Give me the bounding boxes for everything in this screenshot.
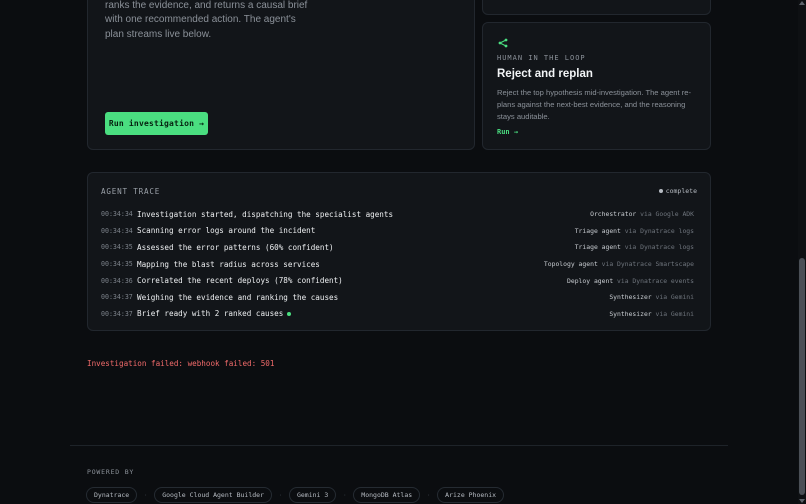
hitl-title: Reject and replan [497,68,593,80]
hitl-description: Reject the top hypothesis mid-investigat… [497,88,692,121]
trace-message: Mapping the blast radius across services [137,260,320,269]
trace-message: Assessed the error patterns (60% confide… [137,243,334,252]
trace-title: AGENT TRACE [101,187,161,196]
trace-message: Correlated the recent deploys (78% confi… [137,276,343,285]
trace-time: 00:34:37 [101,309,133,318]
scroll-up-arrow-icon[interactable] [799,1,805,5]
trace-source: Deploy agent via Dynatrace events [567,277,694,285]
partner-pill[interactable]: Dynatrace [86,487,138,503]
trace-source: Triage agent via Dynatrace logs [575,227,694,235]
trace-message: Weighing the evidence and ranking the ca… [137,293,338,302]
trace-row: 00:34:37 Brief ready with 2 ranked cause… [101,306,694,323]
trace-via: via Dynatrace logs [624,243,694,252]
trace-time: 00:34:35 [101,243,133,252]
scenario-card-top [482,0,711,15]
trace-message: Brief ready with 2 ranked causes [137,309,292,319]
trace-time: 00:34:37 [101,293,133,302]
partner-pill[interactable]: Gemini 3 [288,487,337,503]
trace-agent: Synthesizer [609,309,652,318]
trace-via: via Dynatrace Smartscape [601,260,694,269]
trace-agent: Deploy agent [567,276,614,285]
trace-status-badge: complete [658,187,697,195]
trace-message-text: Mapping the blast radius across services [137,259,320,269]
separator-dot: · [426,491,431,499]
trace-time: 00:34:34 [101,226,133,235]
partner-list: Dynatrace · Google Cloud Agent Builder ·… [86,487,505,503]
trace-row: 00:34:36 Correlated the recent deploys (… [101,272,694,289]
trace-message-text: Scanning error logs around the incident [137,226,316,236]
trace-agent: Triage agent [574,243,621,252]
scrollbar-thumb[interactable] [799,258,805,495]
separator-dot: · [342,491,347,499]
trace-source: Synthesizer via Gemini [609,293,694,301]
trace-via: via Dynatrace logs [624,226,694,235]
trace-via: via Dynatrace events [617,276,694,285]
trace-time: 00:34:36 [101,276,133,285]
trace-agent: Synthesizer [609,293,652,302]
partner-pill[interactable]: Arize Phoenix [437,487,505,503]
trace-message: Investigation started, dispatching the s… [137,210,393,219]
footer-divider [70,445,728,446]
trace-message-text: Investigation started, dispatching the s… [137,209,394,219]
trace-message-text: Assessed the error patterns (60% confide… [137,242,334,252]
status-dot-icon [658,189,663,193]
trace-list: 00:34:34 Investigation started, dispatch… [101,206,694,322]
separator-dot: · [143,491,148,499]
hitl-run-link[interactable]: Run → [497,128,518,136]
live-dot-icon [287,311,292,316]
human-in-loop-card[interactable]: HUMAN IN THE LOOP Reject and replan Reje… [482,22,711,150]
trace-via: via Gemini [655,309,694,318]
trace-source: Triage agent via Dynatrace logs [575,243,694,251]
partner-pill[interactable]: MongoDB Atlas [353,487,421,503]
trace-via: via Gemini [655,293,694,302]
agent-trace-panel: AGENT TRACE complete 00:34:34 Investigat… [87,172,711,331]
trace-row: 00:34:34 Scanning error logs around the … [101,223,694,240]
powered-by-label: POWERED BY [87,468,135,476]
trace-source: Topology agent via Dynatrace Smartscape [544,260,694,268]
trace-row: 00:34:37 Weighing the evidence and ranki… [101,289,694,306]
trace-message-text: Weighing the evidence and ranking the ca… [137,292,339,302]
trace-agent: Orchestrator [590,210,637,219]
trace-agent: Triage agent [574,226,621,235]
scrollbar[interactable] [798,0,806,504]
trace-row: 00:34:35 Mapping the blast radius across… [101,256,694,273]
trace-row: 00:34:35 Assessed the error patterns (60… [101,239,694,256]
trace-time: 00:34:34 [101,210,133,219]
trace-status-text: complete [665,187,697,195]
investigation-description: ranks the evidence, and returns a causal… [105,0,308,40]
trace-via: via Google ADK [640,210,694,219]
share-branch-icon [498,38,508,48]
trace-agent: Topology agent [543,260,598,269]
trace-message-text: Correlated the recent deploys (78% confi… [137,276,343,286]
trace-message-text: Brief ready with 2 ranked causes [137,309,284,319]
trace-source: Orchestrator via Google ADK [590,210,694,218]
trace-row: 00:34:34 Investigation started, dispatch… [101,206,694,223]
separator-dot: · [278,491,283,499]
scroll-down-arrow-icon[interactable] [799,499,805,503]
run-investigation-button[interactable]: Run investigation → [105,112,208,135]
investigation-card: ranks the evidence, and returns a causal… [87,0,475,150]
trace-message: Scanning error logs around the incident [137,226,315,235]
trace-source: Synthesizer via Gemini [609,310,694,318]
hitl-eyebrow: HUMAN IN THE LOOP [497,54,586,62]
partner-pill[interactable]: Google Cloud Agent Builder [154,487,272,503]
trace-time: 00:34:35 [101,260,133,269]
error-message: Investigation failed: webhook failed: 50… [87,359,275,368]
